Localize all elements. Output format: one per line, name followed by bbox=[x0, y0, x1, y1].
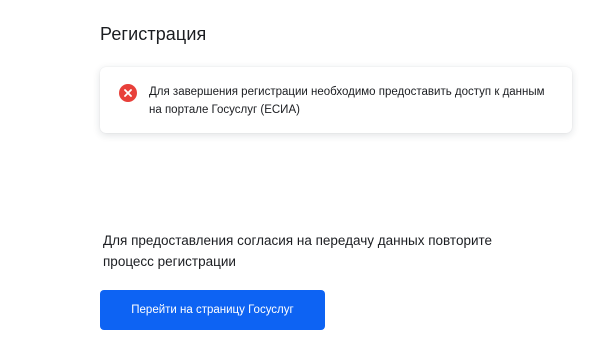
error-alert: Для завершения регистрации необходимо пр… bbox=[100, 67, 572, 133]
repeat-registration-hint: Для предоставления согласия на передачу … bbox=[103, 233, 493, 269]
registration-page: Регистрация Для завершения регистрации н… bbox=[0, 0, 600, 346]
alert-message: Для завершения регистрации необходимо пр… bbox=[149, 86, 545, 116]
error-circle-x-icon bbox=[119, 84, 137, 102]
go-to-gosuslugi-button[interactable]: Перейти на страницу Госуслуг bbox=[100, 290, 325, 330]
page-title: Регистрация bbox=[100, 24, 207, 44]
